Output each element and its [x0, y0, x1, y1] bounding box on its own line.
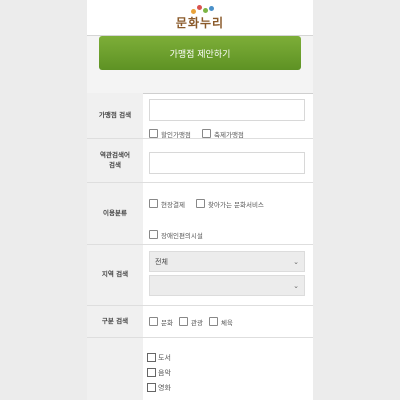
station-search-input[interactable] [149, 152, 305, 174]
store-search-label: 가맹점 검색 [87, 93, 143, 138]
accessibility-checkbox[interactable]: 장애인편의시설 [149, 230, 203, 240]
logo-dots-icon [191, 5, 215, 15]
discount-store-checkbox[interactable]: 할인가맹점 [149, 129, 191, 139]
header: 문화누리 [87, 0, 313, 36]
festival-store-checkbox[interactable]: 축제가맹점 [202, 129, 244, 139]
row-usage-type: 이용분류 현장결제 찾아가는 문화서비스 장애인편의시설 [87, 183, 313, 245]
culture-checkbox[interactable]: 문화 [149, 317, 173, 327]
row-store-search: 가맹점 검색 할인가맹점 축제가맹점 [87, 93, 313, 139]
chevron-down-icon: ⌄ [293, 281, 299, 290]
region-search-label: 지역 검색 [87, 245, 143, 305]
visiting-service-checkbox[interactable]: 찾아가는 문화서비스 [196, 199, 264, 209]
row-region-search: 지역 검색 전체 ⌄ ⌄ [87, 245, 313, 306]
subcategory-label [87, 338, 143, 400]
store-search-input[interactable] [149, 99, 305, 121]
region-select-2[interactable]: ⌄ [149, 275, 305, 296]
row-category-search: 구분 검색 문화 관광 체육 [87, 306, 313, 338]
logo-text: 문화누리 [175, 16, 225, 30]
tourism-checkbox[interactable]: 관광 [178, 317, 203, 327]
usage-type-label: 이용분류 [87, 183, 143, 244]
region-select-1[interactable]: 전체 ⌄ [149, 251, 305, 272]
sports-checkbox[interactable]: 체육 [208, 317, 233, 327]
category-search-label: 구분 검색 [87, 306, 143, 337]
chevron-down-icon: ⌄ [293, 257, 299, 266]
propose-section: 가맹점 제안하기 [87, 36, 313, 94]
music-checkbox[interactable]: 음악 [147, 365, 305, 380]
mobile-page: 문화누리 가맹점 제안하기 가맹점 검색 할인가맹점 축제가맹점 역관검색어 검색 [87, 0, 313, 400]
onsite-payment-checkbox[interactable]: 현장결제 [149, 199, 185, 209]
row-station-search: 역관검색어 검색 [87, 139, 313, 183]
logo[interactable]: 문화누리 [87, 5, 313, 31]
search-form: 가맹점 검색 할인가맹점 축제가맹점 역관검색어 검색 이용분류 현장결제 찾아… [87, 93, 313, 400]
station-search-label: 역관검색어 검색 [87, 139, 143, 182]
movie-checkbox[interactable]: 영화 [147, 380, 305, 395]
books-checkbox[interactable]: 도서 [147, 350, 305, 365]
propose-store-button[interactable]: 가맹점 제안하기 [99, 36, 301, 70]
row-subcategory: 도서 음악 영화 [87, 338, 313, 400]
